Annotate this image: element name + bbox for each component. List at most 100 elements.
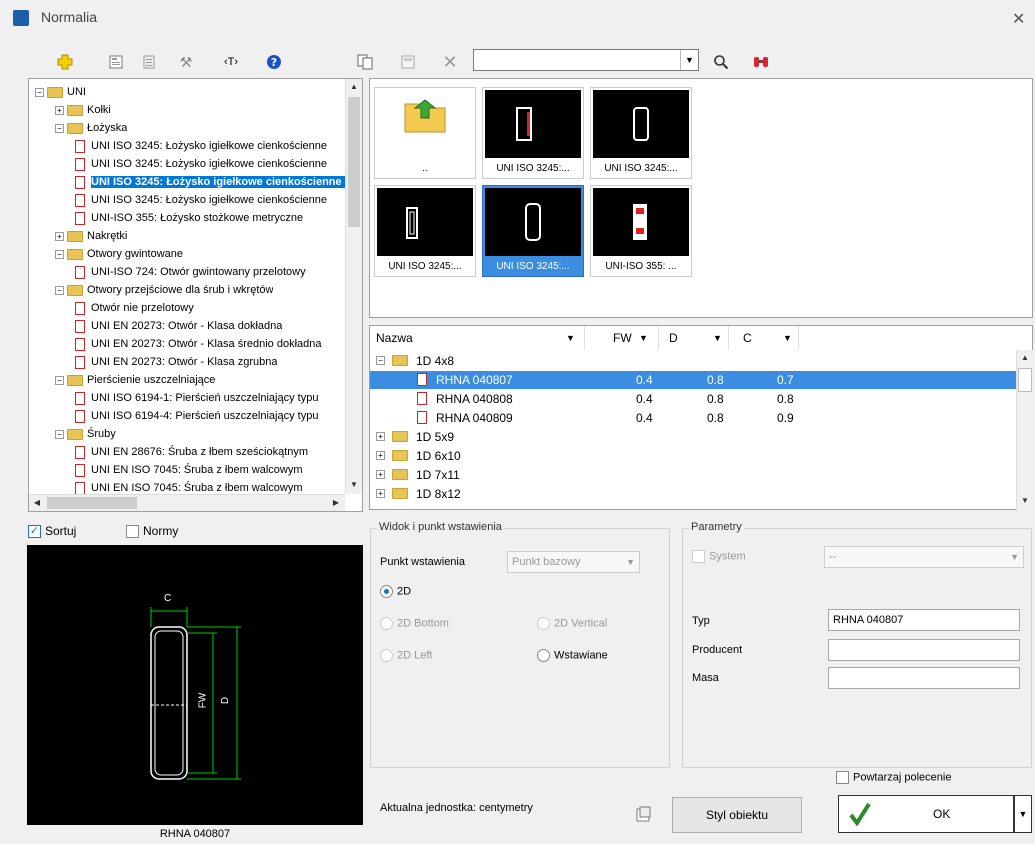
list-group-row[interactable]: +1D 6x10 <box>370 447 1016 465</box>
tree-item[interactable]: UNI ISO 3245: Łożysko igiełkowe cienkośc… <box>75 155 327 173</box>
expand-icon[interactable]: + <box>376 451 385 460</box>
sort-checkbox[interactable]: ✓ Sortuj <box>28 524 76 539</box>
radio-2d[interactable]: 2D <box>380 585 411 598</box>
checkbox-icon[interactable] <box>692 550 705 563</box>
type-field[interactable]: RHNA 040807 <box>828 609 1020 631</box>
collapse-icon[interactable]: − <box>55 375 64 385</box>
close-icon[interactable]: ✕ <box>1012 9 1025 29</box>
collapse-icon[interactable]: − <box>55 429 64 439</box>
tree-horizontal-scrollbar[interactable]: ◀ ▶ <box>29 494 345 511</box>
tree-item[interactable]: UNI-ISO 355: Łożysko stożkowe metryczne <box>75 209 303 227</box>
thumbnail-item[interactable]: .. <box>374 87 476 179</box>
ok-button[interactable]: OK <box>838 795 1014 833</box>
tree-item[interactable]: + Kołki <box>55 101 111 119</box>
table-row[interactable]: RHNA 040807 0.4 0.8 0.7 <box>370 371 1016 389</box>
tree-item[interactable]: − Otwory przejściowe dla śrub i wkrętów <box>55 281 273 299</box>
list-group-row[interactable]: +1D 7x11 <box>370 466 1016 484</box>
tree-item[interactable]: + Nakrętki <box>55 227 127 245</box>
chevron-down-icon[interactable]: ▼ <box>713 326 722 350</box>
tree-item[interactable]: − Łożyska <box>55 119 127 137</box>
tree-item[interactable]: UNI EN ISO 7045: Śruba z łbem walcowym <box>75 461 303 479</box>
list-vertical-scrollbar[interactable]: ▲ ▼ <box>1016 350 1033 510</box>
expand-icon[interactable]: + <box>376 470 385 479</box>
collapse-icon[interactable]: − <box>55 285 64 295</box>
radio-2d-vertical[interactable]: 2D Vertical <box>537 617 607 630</box>
chevron-down-icon[interactable]: ▼ <box>680 50 698 70</box>
collapse-icon[interactable]: − <box>35 87 44 97</box>
column-header-name[interactable]: Nazwa ▼ <box>370 326 585 350</box>
list-group-row[interactable]: +1D 8x12 <box>370 485 1016 503</box>
tools-icon[interactable]: ⚒ <box>176 52 196 72</box>
style-icon[interactable] <box>636 806 652 825</box>
table-row[interactable]: RHNA 040809 0.4 0.8 0.9 <box>370 409 1016 427</box>
category-tree[interactable]: − UNI + Kołki − Łożyska UNI ISO 3245: Łożysko … <box>28 78 363 512</box>
scroll-thumb[interactable] <box>348 97 360 227</box>
list-icon[interactable] <box>139 52 159 72</box>
scroll-thumb[interactable] <box>1018 368 1032 392</box>
radio-icon[interactable] <box>537 649 550 662</box>
binoculars-icon[interactable] <box>751 52 771 72</box>
help-icon[interactable]: ? <box>264 52 284 72</box>
radio-wstawiane[interactable]: Wstawiane <box>537 649 608 662</box>
scroll-down-icon[interactable]: ▼ <box>1017 493 1033 509</box>
thumbnail-item[interactable]: UNI ISO 3245:... <box>482 185 584 277</box>
tree-vertical-scrollbar[interactable]: ▲ ▼ <box>345 79 362 494</box>
scroll-up-icon[interactable]: ▲ <box>1017 350 1033 366</box>
tree-item[interactable]: UNI ISO 3245: Łożysko igiełkowe cienkośc… <box>75 137 327 155</box>
text-tag-icon[interactable]: ‹T› <box>221 52 241 72</box>
scroll-down-icon[interactable]: ▼ <box>346 477 362 493</box>
chevron-down-icon[interactable]: ▼ <box>626 552 635 572</box>
radio-icon[interactable] <box>537 617 550 630</box>
ok-dropdown-button[interactable]: ▼ <box>1014 795 1032 833</box>
scroll-left-icon[interactable]: ◀ <box>29 495 45 511</box>
column-header-c[interactable]: C ▼ <box>729 326 799 350</box>
chevron-down-icon[interactable]: ▼ <box>783 326 792 350</box>
chevron-down-icon[interactable]: ▼ <box>566 326 575 350</box>
collapse-icon[interactable]: − <box>376 356 385 365</box>
tree-item[interactable]: UNI ISO 3245: Łożysko igiełkowe cienkośc… <box>75 191 327 209</box>
properties-icon[interactable] <box>106 52 126 72</box>
search-icon[interactable] <box>711 52 731 72</box>
object-style-button[interactable]: Styl obiektu <box>672 797 802 833</box>
tree-item[interactable]: − Otwory gwintowane <box>55 245 183 263</box>
tree-item[interactable]: UNI EN 20273: Otwór - Klasa dokładna <box>75 317 282 335</box>
copy-icon[interactable] <box>355 52 375 72</box>
radio-icon[interactable] <box>380 585 393 598</box>
expand-icon[interactable]: + <box>55 231 64 241</box>
list-group-row[interactable]: − 1D 4x8 <box>370 352 1016 370</box>
tree-item[interactable]: UNI EN 20273: Otwór - Klasa średnio dokł… <box>75 335 322 353</box>
mass-field[interactable] <box>828 667 1020 689</box>
chevron-down-icon[interactable]: ▼ <box>639 326 648 350</box>
radio-2d-left[interactable]: 2D Left <box>380 649 432 662</box>
table-row[interactable]: RHNA 040808 0.4 0.8 0.8 <box>370 390 1016 408</box>
producer-field[interactable] <box>828 639 1020 661</box>
tree-item[interactable]: UNI ISO 6194-1: Pierścień uszczelniający… <box>75 389 318 407</box>
tree-item[interactable]: UNI-ISO 724: Otwór gwintowany przelotowy <box>75 263 306 281</box>
scroll-up-icon[interactable]: ▲ <box>346 79 362 95</box>
radio-2d-bottom[interactable]: 2D Bottom <box>380 617 449 630</box>
column-header-fw[interactable]: FW ▼ <box>585 326 659 350</box>
system-select[interactable]: -- ▼ <box>824 546 1024 568</box>
tree-item[interactable]: Otwór nie przelotowy <box>75 299 194 317</box>
tree-item[interactable]: UNI ISO 3245: Łożysko igiełkowe cienkośc… <box>75 173 346 191</box>
list-group-row[interactable]: +1D 5x9 <box>370 428 1016 446</box>
add-icon[interactable] <box>55 52 75 72</box>
thumbnail-item[interactable]: UNI ISO 3245:... <box>590 87 692 179</box>
repeat-checkbox[interactable]: Powtarzaj polecenie <box>836 771 951 784</box>
chevron-down-icon[interactable]: ▼ <box>1010 547 1019 567</box>
checkbox-icon[interactable] <box>836 771 849 784</box>
expand-icon[interactable]: + <box>376 432 385 441</box>
scroll-right-icon[interactable]: ▶ <box>328 495 344 511</box>
checkbox-icon[interactable]: ✓ <box>28 525 41 539</box>
radio-icon[interactable] <box>380 617 393 630</box>
expand-icon[interactable]: + <box>55 105 64 115</box>
thumbnail-item[interactable]: UNI-ISO 355: ... <box>590 185 692 277</box>
tree-item[interactable]: − UNI <box>35 83 86 101</box>
collapse-icon[interactable]: − <box>55 249 64 259</box>
h-scroll-thumb[interactable] <box>47 497 137 509</box>
system-checkbox[interactable]: System <box>692 550 746 563</box>
tree-item[interactable]: UNI ISO 6194-4: Pierścień uszczelniający… <box>75 407 318 425</box>
tree-item[interactable]: UNI EN 20273: Otwór - Klasa zgrubna <box>75 353 277 371</box>
expand-icon[interactable]: + <box>376 489 385 498</box>
thumbnail-item[interactable]: UNI ISO 3245:... <box>374 185 476 277</box>
